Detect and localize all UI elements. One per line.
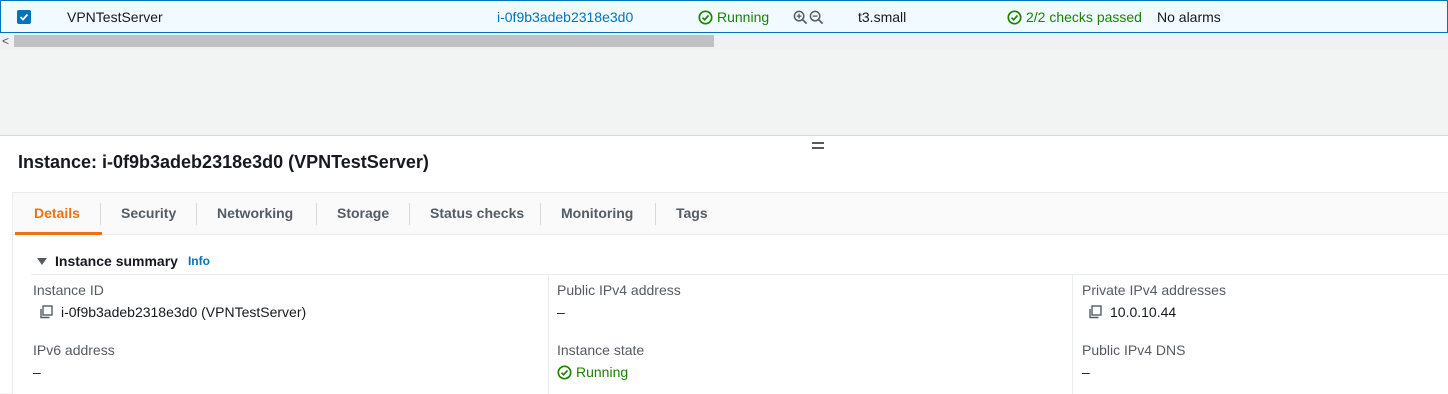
instance-id-label: Instance ID: [33, 282, 104, 298]
status-checks-text: 2/2 checks passed: [1026, 9, 1142, 25]
instance-id-text: i-0f9b3adeb2318e3d0 (VPNTestServer): [61, 304, 307, 320]
tab-security[interactable]: Security: [121, 193, 176, 234]
summary-divider: [31, 274, 1448, 275]
tab-separator: [100, 203, 101, 225]
caret-down-icon: [37, 257, 47, 265]
instance-state-value-text: Running: [576, 364, 629, 380]
private-ipv4-text: 10.0.10.44: [1110, 304, 1177, 320]
tab-bar: Details Security Networking Storage Stat…: [13, 193, 1448, 235]
horizontal-scrollbar[interactable]: <: [0, 33, 1448, 49]
instance-details-title: Instance: i-0f9b3adeb2318e3d0 (VPNTestSe…: [18, 152, 429, 172]
success-circle-icon: [557, 364, 572, 380]
column-divider: [1072, 274, 1073, 394]
success-circle-icon: [1007, 10, 1022, 25]
column-divider: [548, 274, 549, 394]
instance-summary-header[interactable]: Instance summary Info: [37, 251, 210, 271]
tab-separator: [540, 203, 541, 225]
tab-monitoring[interactable]: Monitoring: [561, 193, 633, 234]
row-checkbox[interactable]: [17, 10, 31, 24]
instance-id-link[interactable]: i-0f9b3adeb2318e3d0: [497, 1, 633, 34]
instance-type-cell: t3.small: [858, 9, 907, 25]
tab-status-checks[interactable]: Status checks: [430, 193, 524, 234]
ipv6-address-label: IPv6 address: [33, 342, 115, 358]
copy-icon[interactable]: [1088, 305, 1102, 319]
tab-separator: [409, 203, 410, 225]
tab-networking[interactable]: Networking: [217, 193, 293, 234]
details-panel: Instance: i-0f9b3adeb2318e3d0 (VPNTestSe…: [0, 136, 1448, 394]
checkbox-checked-icon: [19, 13, 29, 21]
instance-state-value: Running: [557, 364, 628, 380]
scrollbar-thumb[interactable]: [14, 35, 714, 47]
info-link[interactable]: Info: [188, 251, 210, 271]
instance-state-text: Running: [717, 9, 770, 25]
public-dns-label: Public IPv4 DNS: [1082, 342, 1186, 358]
tab-separator: [316, 203, 317, 225]
copy-icon[interactable]: [39, 305, 53, 319]
private-ipv4-label: Private IPv4 addresses: [1082, 282, 1226, 298]
instance-id-value: i-0f9b3adeb2318e3d0 (VPNTestServer): [39, 304, 306, 320]
private-ipv4-value: 10.0.10.44: [1088, 304, 1176, 320]
tab-details[interactable]: Details: [15, 193, 102, 235]
tab-separator: [655, 203, 656, 225]
public-dns-value: –: [1082, 364, 1090, 380]
zoom-controls: [793, 1, 824, 34]
public-ipv4-value: –: [557, 304, 565, 320]
instance-table-row[interactable]: VPNTestServer i-0f9b3adeb2318e3d0 Runnin…: [0, 0, 1448, 33]
instance-state-cell: Running: [698, 1, 769, 34]
alarm-status-cell: No alarms: [1157, 9, 1221, 25]
instance-name-cell: VPNTestServer: [67, 9, 163, 25]
instance-state-label: Instance state: [557, 342, 645, 358]
status-checks-cell[interactable]: 2/2 checks passed: [1007, 1, 1142, 34]
success-circle-icon: [698, 10, 713, 25]
tab-storage[interactable]: Storage: [337, 193, 389, 234]
zoom-out-icon[interactable]: [809, 10, 824, 25]
instance-summary-title: Instance summary: [55, 253, 178, 269]
zoom-in-icon[interactable]: [793, 10, 808, 25]
ipv6-address-value: –: [33, 364, 41, 380]
tab-separator: [196, 203, 197, 225]
details-tabs-container: Details Security Networking Storage Stat…: [12, 192, 1448, 394]
scroll-left-arrow[interactable]: <: [2, 33, 9, 49]
tab-tags[interactable]: Tags: [676, 193, 708, 234]
resize-handle-icon[interactable]: [812, 142, 824, 150]
public-ipv4-label: Public IPv4 address: [557, 282, 681, 298]
